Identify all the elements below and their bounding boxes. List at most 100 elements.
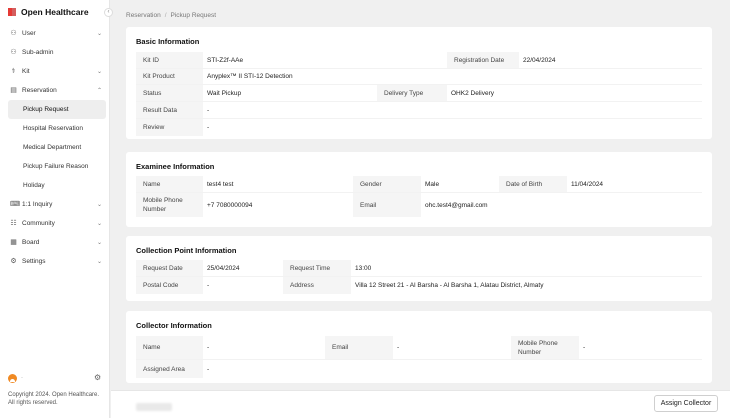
sidebar-item-label: Sub-admin <box>22 49 54 56</box>
sidebar-item-board[interactable]: ▦ Board ⌄ <box>0 233 110 252</box>
breadcrumb-root[interactable]: Reservation <box>126 12 161 19</box>
sidebar-item-holiday[interactable]: Holiday <box>8 176 106 195</box>
info-row: Request Date 25/04/2024 Request Time 13:… <box>136 260 702 277</box>
sidebar-item-label: Kit <box>22 68 30 75</box>
sidebar-item-pickup-request[interactable]: Pickup Request <box>8 100 106 119</box>
settings-gear-icon[interactable]: ⚙ <box>94 374 102 382</box>
info-row: Kit ID STI-Z2f-AAe Registration Date 22/… <box>136 52 702 69</box>
basic-info-grid: Kit ID STI-Z2f-AAe Registration Date 22/… <box>136 52 702 136</box>
sidebar-item-reservation[interactable]: ▤ Reservation ⌃ <box>0 81 110 100</box>
collection-point-grid: Request Date 25/04/2024 Request Time 13:… <box>136 260 702 294</box>
avatar <box>8 373 17 383</box>
sidebar-item-inquiry[interactable]: ⌨ 1:1 Inquiry ⌄ <box>0 195 110 214</box>
info-row: Review - <box>136 119 702 136</box>
info-row: Name test4 test Gender Male Date of Birt… <box>136 176 702 193</box>
sidebar-item-kit[interactable]: ⚕ Kit ⌄ <box>0 62 110 81</box>
registration-date-value: 22/04/2024 <box>523 56 556 64</box>
mobile-phone-label-line-2: Number <box>143 206 167 213</box>
kit-icon: ⚕ <box>11 68 16 75</box>
examinee-info-card: Examinee Information Name test4 test Gen… <box>126 152 712 227</box>
assign-collector-button[interactable]: Assign Collector <box>654 395 718 412</box>
sidebar-item-sub-admin[interactable]: ⚇ Sub-admin <box>0 43 110 62</box>
request-time-value: 13:00 <box>355 264 372 272</box>
sidebar-item-label: 1:1 Inquiry <box>22 201 53 208</box>
person-icon: ⚇ <box>10 49 17 56</box>
chevron-down-icon: ⌄ <box>96 202 102 208</box>
chevron-down-icon: ⌄ <box>96 31 102 37</box>
basic-info-card: Basic Information Kit ID STI-Z2f-AAe Reg… <box>126 27 712 139</box>
chat-icon: ⌨ <box>10 201 21 208</box>
gear-icon: ⚙ <box>10 258 17 265</box>
sidebar-item-label: User <box>22 30 36 37</box>
sidebar: Open Healthcare ‹ ⚇ User ⌄ ⚇ Sub-admin ⚕… <box>0 0 113 418</box>
sidebar-item-community[interactable]: ☷ Community ⌄ <box>0 214 110 233</box>
user-name: · <box>21 375 23 381</box>
collector-mobile-label: Mobile Phone Number <box>511 336 579 359</box>
mobile-phone-label-line-1: Mobile Phone <box>143 197 183 204</box>
result-data-label: Result Data <box>136 102 203 118</box>
chevron-down-icon: ⌄ <box>96 69 102 75</box>
chevron-down-icon: ⌄ <box>96 221 102 227</box>
mobile-phone-value: +7 7080000094 <box>207 201 253 209</box>
collector-email-label: Email <box>325 336 393 359</box>
kit-id-label: Kit ID <box>136 52 203 68</box>
chevron-down-icon: ⌄ <box>96 240 102 246</box>
info-row: Kit Product Anyplex™ II STI-12 Detection <box>136 69 702 85</box>
collector-name-label: Name <box>136 336 203 359</box>
mobile-phone-label: Mobile Phone Number <box>136 193 203 217</box>
collector-name-value: - <box>207 344 210 351</box>
user-icon: ⚇ <box>10 30 17 37</box>
name-label: Name <box>136 176 203 192</box>
address-value: Villa 12 Street 21 - Al Barsha - Al Bars… <box>355 282 544 289</box>
reservation-submenu: Pickup Request Hospital Reservation Medi… <box>0 100 110 195</box>
logo-icon <box>8 8 16 16</box>
basic-info-title: Basic Information <box>136 37 200 46</box>
kit-id-value: STI-Z2f-AAe <box>207 56 244 64</box>
copyright: Copyright 2024. Open Healthcare. All rig… <box>0 386 110 407</box>
brand-name: Open Healthcare <box>21 7 89 17</box>
email-label: Email <box>353 193 421 217</box>
breadcrumb: Reservation / Pickup Request <box>126 12 216 19</box>
board-icon: ▦ <box>10 239 17 246</box>
registration-date-label: Registration Date <box>447 52 519 68</box>
review-value: - <box>207 124 210 131</box>
faded-footer-content <box>136 403 172 411</box>
delivery-type-value: OHK2 Delivery <box>451 89 494 97</box>
collector-mobile-label-line-1: Mobile Phone <box>518 339 558 347</box>
gender-label: Gender <box>353 176 421 192</box>
sidebar-item-user[interactable]: ⚇ User ⌄ <box>0 24 110 43</box>
breadcrumb-current: Pickup Request <box>170 12 217 19</box>
delivery-type-label: Delivery Type <box>377 85 447 101</box>
main-content: Reservation / Pickup Request Basic Informa… <box>111 0 730 418</box>
request-time-label: Request Time <box>283 260 351 276</box>
community-icon: ☷ <box>10 220 17 227</box>
assigned-area-value: - <box>207 365 210 373</box>
info-row: Name - Email - Mobile Phone Number - <box>136 336 702 360</box>
sidebar-item-pickup-failure-reason[interactable]: Pickup Failure Reason <box>8 157 106 176</box>
request-date-value: 25/04/2024 <box>207 264 240 272</box>
name-value: test4 test <box>207 180 234 188</box>
sidebar-item-hospital-reservation[interactable]: Hospital Reservation <box>8 119 106 138</box>
collector-email-value: - <box>397 344 400 351</box>
breadcrumb-separator: / <box>164 12 167 19</box>
calendar-icon: ▤ <box>10 87 17 94</box>
gender-value: Male <box>425 180 440 188</box>
sidebar-item-settings[interactable]: ⚙ Settings ⌄ <box>0 252 110 271</box>
info-row: Result Data - <box>136 102 702 119</box>
examinee-info-grid: Name test4 test Gender Male Date of Birt… <box>136 176 702 217</box>
collector-info-card: Collector Information Name - Email - Mob… <box>126 311 712 383</box>
collector-mobile-label-line-2: Number <box>518 348 542 356</box>
assigned-area-label: Assigned Area <box>136 360 203 378</box>
postal-code-value: - <box>207 282 210 289</box>
kit-product-label: Kit Product <box>136 69 203 84</box>
postal-code-label: Postal Code <box>136 277 203 294</box>
review-label: Review <box>136 119 203 136</box>
collector-mobile-value: - <box>583 344 586 351</box>
user-profile[interactable]: · <box>8 373 23 383</box>
copyright-line-2: All rights reserved. <box>8 400 58 406</box>
brand[interactable]: Open Healthcare <box>0 0 109 24</box>
sidebar-footer: · ⚙ Copyright 2024. Open Healthcare. All… <box>0 370 110 407</box>
sidebar-item-medical-department[interactable]: Medical Department <box>8 138 106 157</box>
info-row: Mobile Phone Number +7 7080000094 Email … <box>136 193 702 217</box>
collector-info-grid: Name - Email - Mobile Phone Number - Ass… <box>136 336 702 378</box>
